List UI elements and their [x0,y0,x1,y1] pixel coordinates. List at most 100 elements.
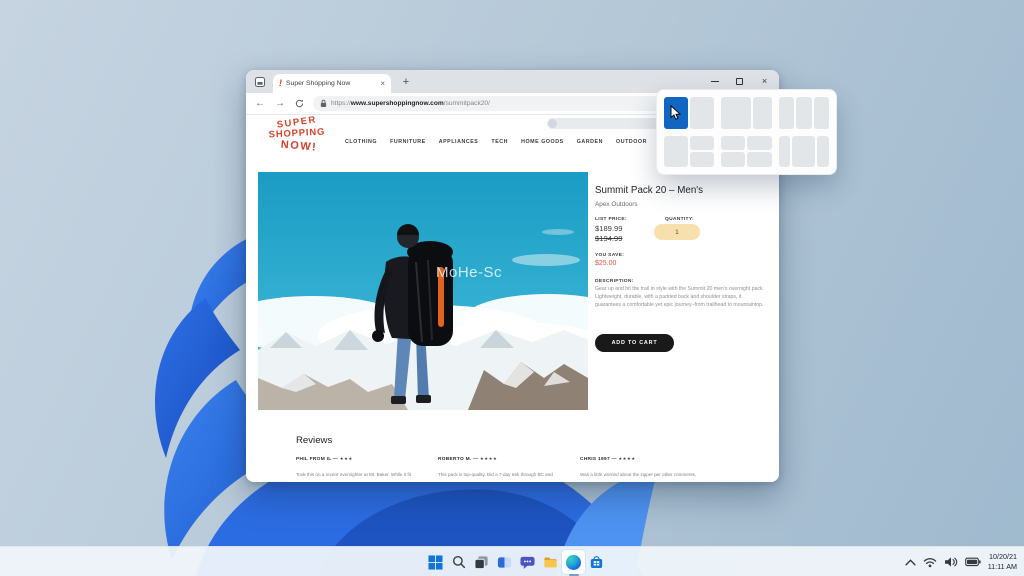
quantity-stepper[interactable]: 1 [654,224,700,240]
snap-zone-right-half[interactable] [690,97,715,129]
task-view-button[interactable] [470,550,493,574]
snap-zone-narrow-right[interactable] [753,97,772,129]
old-price: $194.99 [595,234,623,243]
star-rating: ★★★ [339,456,353,461]
quantity-label: QUANTITY: [665,217,694,222]
snap-zone-left-half-selected[interactable] [664,97,689,129]
volume-icon[interactable] [944,556,958,568]
review-text: This pack is top-quality. Did a 7-day tr… [438,472,553,477]
tab-title: Super Shopping Now [286,80,351,87]
file-explorer-button[interactable] [539,550,562,574]
windows-start-icon [428,554,443,570]
tab-actions-button[interactable] [253,75,266,88]
task-view-icon [474,555,488,569]
wifi-icon[interactable] [923,556,937,568]
snap-layout-half-left-stacked-right [664,135,715,167]
snap-zone-narrow-right[interactable] [817,135,829,167]
minimize-icon [710,80,719,83]
site-favicon-icon: ! [279,78,282,88]
back-button[interactable]: ← [255,98,265,109]
star-rating: ★★★★ [479,456,498,461]
refresh-button[interactable] [295,99,304,108]
save-label: YOU SAVE: [595,253,625,258]
snap-zone-bottom-left[interactable] [721,152,746,167]
product-description: Gear up and hit the trail in style with … [595,286,765,308]
review-text: Was a little worried about the zipper pe… [580,472,697,477]
review-item: ROBERTO M. — ★★★★ This pack is top-quali… [438,456,576,477]
star-rating: ★★★★ [618,456,636,461]
system-tray: 10/20/21 11:11 AM [905,547,1017,576]
snap-layouts-flyout [656,89,837,175]
hiker-photo [258,172,588,410]
review-separator: — [333,457,339,462]
taskbar-icons [424,547,608,576]
product-title: Summit Pack 20 – Men's [595,185,704,196]
forward-button[interactable]: → [275,98,285,109]
tab-close-icon[interactable]: × [377,79,385,88]
cursor-icon [670,105,681,120]
widgets-button[interactable] [493,550,516,574]
tray-chevron-icon[interactable] [905,558,916,566]
nav-item-home-goods[interactable]: HOME GOODS [521,139,564,145]
start-button[interactable] [424,550,447,574]
search-button[interactable] [447,550,470,574]
snap-zone-wide-middle[interactable] [792,135,816,167]
snap-layout-quad [721,135,772,167]
snap-layout-two-columns [664,97,715,129]
close-icon: × [761,76,768,86]
reviewer-name: ROBERTO M. [438,457,472,462]
product-image: MoHe-Sc [258,172,588,410]
nav-item-tech[interactable]: TECH [491,139,508,145]
lock-icon [320,99,327,107]
file-explorer-icon [544,556,557,567]
save-amount: $25.00 [595,260,617,267]
search-icon [452,555,465,569]
snap-zone-top-right[interactable] [747,135,772,151]
taskbar: 10/20/21 11:11 AM [0,546,1024,576]
review-item: CHRIS 1997 — ★★★★ Was a little worried a… [580,456,718,477]
taskbar-clock[interactable]: 10/20/21 11:11 AM [988,552,1017,571]
snap-zone-top-left[interactable] [721,135,746,151]
nav-item-appliances[interactable]: APPLIANCES [439,139,479,145]
chat-button[interactable] [516,550,539,574]
nav-item-outdoor[interactable]: OUTDOOR [616,139,647,145]
refresh-icon [295,99,304,108]
nav-item-furniture[interactable]: FURNITURE [390,139,426,145]
snap-zone-wide-left[interactable] [721,97,752,129]
desktop: ! Super Shopping Now × + × ← → https://w… [0,0,1024,576]
nav-item-garden[interactable]: GARDEN [577,139,603,145]
new-tab-button[interactable]: + [398,73,414,90]
tray-time: 11:11 AM [987,562,1017,571]
snap-zone-col-3[interactable] [813,97,829,129]
snap-zone-col-1[interactable] [778,97,795,129]
store-button[interactable] [585,550,608,574]
snap-zone-bottom-right[interactable] [747,152,772,167]
url-domain: www.supershoppingnow.com [350,100,444,107]
edge-button[interactable] [562,550,585,574]
site-nav: CLOTHING FURNITURE APPLIANCES TECH HOME … [345,139,647,145]
review-item: PHIL FROM IL — ★★★ Took this on a recent… [296,456,434,477]
tab-actions-icon [254,76,265,87]
site-logo[interactable]: SUPER SHOPPING NOW! [256,115,338,154]
widgets-icon [497,556,512,568]
snap-layout-wide-left [721,97,772,129]
snap-zone-col-2[interactable] [796,97,812,129]
maximize-icon [736,78,743,85]
snap-zone-right-bottom[interactable] [690,152,715,167]
snap-layout-three-columns [778,97,829,129]
reviews-heading: Reviews [296,435,333,446]
add-to-cart-button[interactable]: ADD TO CART [595,334,674,352]
review-text: Took this on a recent overnighter at Mt.… [296,472,411,477]
watermark: MoHe-Sc [436,264,503,281]
snap-layout-narrow-wide-narrow [778,135,829,167]
nav-item-clothing[interactable]: CLOTHING [345,139,377,145]
snap-zone-right-top[interactable] [690,135,715,151]
product-brand: Apex Outdoors [595,201,638,208]
snap-zone-left-half[interactable] [664,135,689,167]
battery-icon[interactable] [964,557,981,567]
current-price: $189.99 [595,224,623,233]
url-text: https://www.supershoppingnow.com/summitp… [331,100,490,107]
reviewer-name: CHRIS 1997 [580,457,610,462]
snap-zone-narrow-left[interactable] [778,135,791,167]
browser-tab[interactable]: ! Super Shopping Now × [273,74,391,93]
